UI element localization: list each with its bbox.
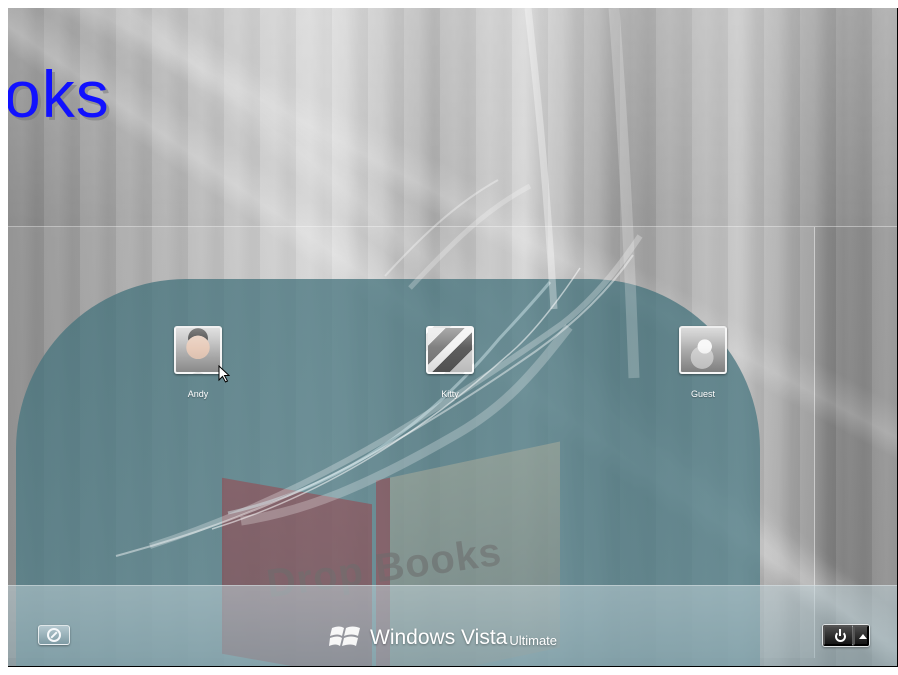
user-tile-guest[interactable]: Guest <box>668 326 738 399</box>
power-button[interactable] <box>823 625 853 646</box>
windows-vista-label: Windows Vista <box>370 625 508 649</box>
user-tile-andy[interactable]: Andy <box>163 326 233 399</box>
logon-screen: oks Drop Books Andy Kitty Guest Windows … <box>8 8 898 667</box>
guest-avatar[interactable] <box>679 326 727 374</box>
mouse-pointer-icon <box>218 365 230 383</box>
chevron-up-icon <box>859 634 867 639</box>
windows-logo-icon <box>329 626 360 646</box>
windows-branding: Windows Vista Ultimate <box>329 618 557 656</box>
background-top-pane <box>8 8 897 227</box>
andy-avatar[interactable] <box>174 326 222 374</box>
ease-of-access-icon <box>47 628 61 642</box>
ease-of-access-button[interactable] <box>38 625 70 645</box>
user-name-andy: Andy <box>187 389 209 399</box>
power-controls <box>822 624 870 647</box>
user-tile-kitty[interactable]: Kitty <box>415 326 485 399</box>
power-icon <box>835 629 846 642</box>
user-name-guest: Guest <box>690 389 715 399</box>
power-options-button[interactable] <box>853 625 869 646</box>
overlay-title-fragment: oks <box>8 57 110 131</box>
kitty-avatar[interactable] <box>426 326 474 374</box>
windows-edition-label: Ultimate <box>509 632 558 648</box>
user-name-kitty: Kitty <box>441 389 459 399</box>
